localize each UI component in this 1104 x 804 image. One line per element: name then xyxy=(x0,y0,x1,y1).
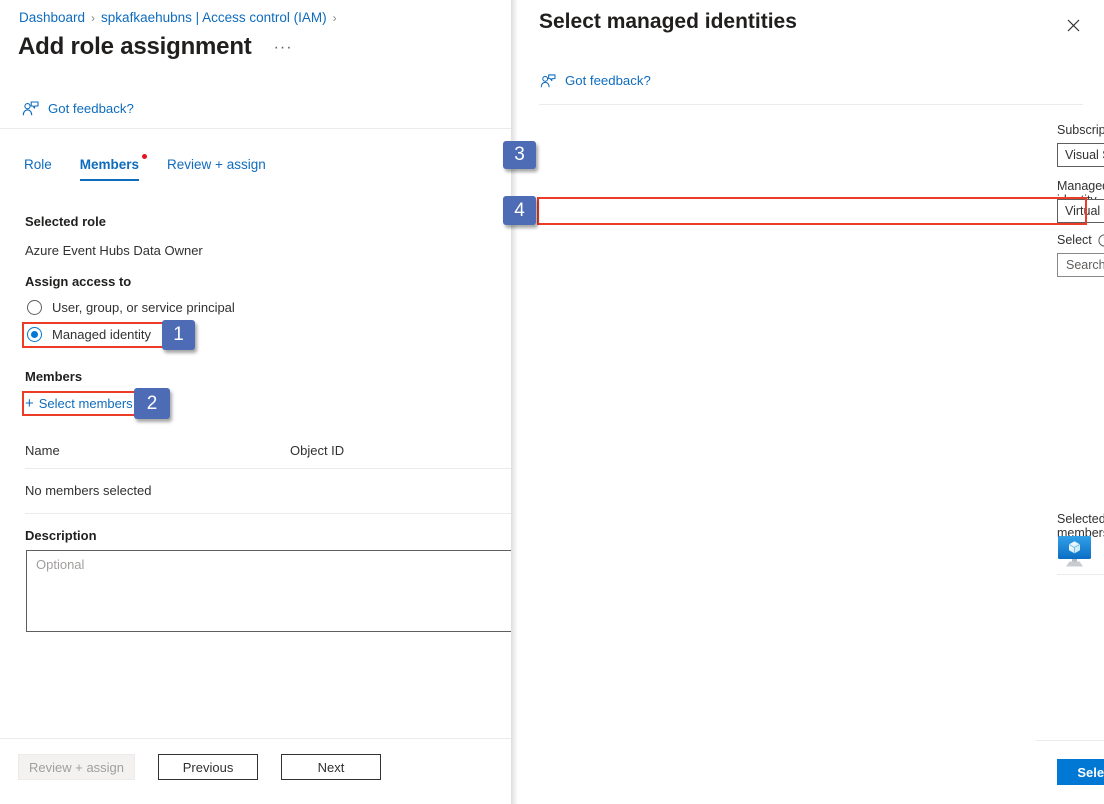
header-divider xyxy=(0,128,511,129)
list-item: spehubkafkavm Remove xyxy=(1057,530,1104,572)
managed-identity-value: Virtual machine (1) xyxy=(1065,204,1104,218)
select-members-button[interactable]: + Select members xyxy=(25,396,133,411)
next-button[interactable]: Next xyxy=(281,754,381,780)
subscription-value: Visual Studio Enterprise Subscription xyxy=(1065,148,1104,162)
column-header-name: Name xyxy=(25,443,290,458)
annotation-badge-4: 4 xyxy=(503,196,536,225)
tab-role-label: Role xyxy=(24,157,52,172)
radio-circle-selected-icon xyxy=(27,327,42,342)
panel-got-feedback-label: Got feedback? xyxy=(565,73,651,88)
tab-role[interactable]: Role xyxy=(24,157,52,181)
tab-members-required-dot-icon xyxy=(142,154,147,159)
footer-divider xyxy=(0,738,511,739)
column-header-object-id: Object ID xyxy=(290,443,344,458)
page-title-row: Add role assignment ··· xyxy=(18,33,293,61)
plus-icon: + xyxy=(25,396,34,411)
more-options-icon[interactable]: ··· xyxy=(274,39,293,61)
feedback-person-icon xyxy=(22,101,39,116)
members-empty-message: No members selected xyxy=(25,483,151,498)
radio-user-group-service-principal[interactable]: User, group, or service principal xyxy=(27,300,235,315)
radio-user-group-service-principal-label: User, group, or service principal xyxy=(52,300,235,315)
tab-review-assign-label: Review + assign xyxy=(167,157,266,172)
tab-review-assign[interactable]: Review + assign xyxy=(167,157,266,181)
select-field-label-text: Select xyxy=(1057,233,1092,247)
selected-role-value: Azure Event Hubs Data Owner xyxy=(25,243,203,258)
annotation-badge-2: 2 xyxy=(134,388,170,419)
panel-footer-actions: Select Close xyxy=(1057,759,1104,785)
breadcrumb-item-dashboard[interactable]: Dashboard xyxy=(19,10,85,25)
table-row: No members selected xyxy=(25,469,511,513)
review-assign-button[interactable]: Review + assign xyxy=(18,754,135,780)
breadcrumb-separator-icon: › xyxy=(91,11,95,25)
selected-members-divider xyxy=(1057,574,1104,575)
select-members-label: Select members xyxy=(39,396,133,411)
feedback-person-icon xyxy=(540,74,556,88)
assign-access-to-heading: Assign access to xyxy=(25,274,131,289)
got-feedback-label: Got feedback? xyxy=(48,101,134,116)
info-icon[interactable] xyxy=(1098,234,1104,247)
radio-circle-icon xyxy=(27,300,42,315)
table-divider xyxy=(25,513,511,514)
blade-footer-actions: Review + assign Previous Next xyxy=(18,754,381,780)
search-input[interactable] xyxy=(1057,253,1104,277)
page-title: Add role assignment xyxy=(18,33,252,61)
select-field-label: Select xyxy=(1057,233,1104,247)
selected-role-heading: Selected role xyxy=(25,214,106,229)
select-button[interactable]: Select xyxy=(1057,759,1104,785)
blade-shadow xyxy=(511,0,518,804)
annotation-badge-3: 3 xyxy=(503,141,536,169)
tab-members-label: Members xyxy=(80,157,139,172)
annotation-badge-1: 1 xyxy=(162,320,195,350)
breadcrumb-item-access-control[interactable]: spkafkaehubns | Access control (IAM) xyxy=(101,10,327,25)
tab-list: Role Members Review + assign xyxy=(24,157,266,181)
members-table-header: Name Object ID xyxy=(25,443,511,468)
members-heading: Members xyxy=(25,369,82,384)
previous-button[interactable]: Previous xyxy=(158,754,258,780)
breadcrumb-separator-icon: › xyxy=(333,11,337,25)
virtual-machine-icon xyxy=(1057,535,1092,568)
managed-identity-dropdown[interactable]: Virtual machine (1) xyxy=(1057,199,1104,223)
description-placeholder: Optional xyxy=(36,557,84,572)
close-icon[interactable] xyxy=(1060,12,1086,38)
panel-header-divider xyxy=(539,104,1083,105)
panel-title: Select managed identities xyxy=(539,10,797,34)
radio-managed-identity-label: Managed identity xyxy=(52,327,151,342)
select-managed-identities-panel: Select managed identities Got feedback? … xyxy=(518,0,1104,804)
got-feedback-link[interactable]: Got feedback? xyxy=(22,101,134,116)
add-role-assignment-blade: Dashboard › spkafkaehubns | Access control… xyxy=(0,0,511,804)
radio-managed-identity[interactable]: Managed identity xyxy=(27,327,151,342)
members-table: Name Object ID No members selected xyxy=(25,443,511,514)
panel-footer-divider xyxy=(1036,740,1104,741)
breadcrumb: Dashboard › spkafkaehubns | Access control… xyxy=(19,10,343,25)
subscription-label: Subscription* xyxy=(1057,123,1104,137)
description-textarea[interactable]: Optional xyxy=(26,550,511,632)
panel-got-feedback-link[interactable]: Got feedback? xyxy=(540,73,651,88)
subscription-dropdown[interactable]: Visual Studio Enterprise Subscription xyxy=(1057,143,1104,167)
description-heading: Description xyxy=(25,528,97,543)
subscription-label-text: Subscription xyxy=(1057,123,1104,137)
tab-members[interactable]: Members xyxy=(80,157,139,181)
